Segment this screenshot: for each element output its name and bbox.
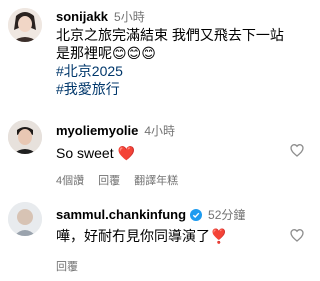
comment-1: sonijakk 5小時 北京之旅完滿結束 我們又飛去下一站 是那裡呢😊😊😊 #… [56,8,311,98]
heart-outline-icon [290,228,304,242]
username[interactable]: sammul.chankinfung [56,207,186,222]
avatar-sammul-chankinfung[interactable] [8,202,42,236]
comment-text: 嘩，好耐冇見你同導演了❣️ [56,228,228,244]
comment-3: sammul.chankinfung 52分鐘 嘩，好耐冇見你同導演了❣️ 回覆 [56,205,286,275]
likes-count[interactable]: 4個讚 [56,172,84,188]
translate-button[interactable]: 翻譯年糕 [134,172,178,188]
reply-button[interactable]: 回覆 [56,261,78,273]
comment-text-line-2: 是那裡呢😊😊😊 [56,45,156,61]
like-button[interactable] [289,227,305,243]
avatar-photo-icon [8,120,42,154]
like-button[interactable] [289,142,305,158]
avatar-sonijakk[interactable] [8,8,42,42]
hashtag-travel[interactable]: #我愛旅行 [56,80,311,98]
avatar-myoliemyolie[interactable] [8,120,42,154]
verified-badge-icon [190,208,203,221]
username[interactable]: sonijakk [56,9,108,24]
comment-text: So sweet ❤️ [56,145,135,161]
timestamp: 52分鐘 [208,207,246,222]
timestamp: 5小時 [114,10,145,24]
timestamp: 4小時 [144,124,176,138]
comment-text-line-1: 北京之旅完滿結束 我們又飛去下一站 [56,27,284,43]
avatar-photo-icon [8,202,42,236]
comment-2: myoliemyolie 4小時 So sweet ❤️ 4個讚 回覆 翻譯年糕 [56,122,286,188]
avatar-photo-icon [8,8,42,42]
username[interactable]: myoliemyolie [56,123,138,138]
heart-outline-icon [290,143,304,157]
hashtag-beijing[interactable]: #北京2025 [56,62,311,80]
reply-button[interactable]: 回覆 [98,172,120,188]
